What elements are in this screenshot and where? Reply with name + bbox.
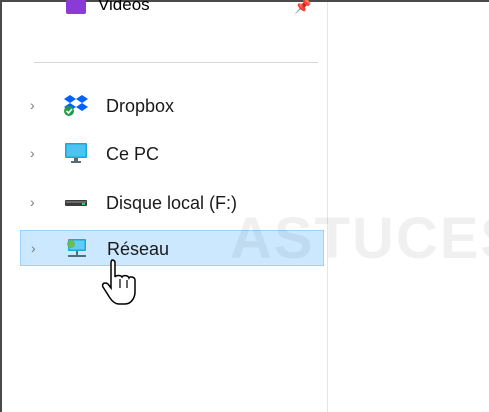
- tree-item-this-pc[interactable]: › Ce PC: [20, 136, 324, 172]
- content-pane[interactable]: [328, 2, 489, 412]
- tree-item-dropbox[interactable]: › Dropbox: [20, 88, 324, 124]
- expand-chevron-icon[interactable]: ›: [30, 98, 40, 112]
- dropbox-icon: [64, 95, 88, 116]
- expand-chevron-icon[interactable]: ›: [31, 241, 41, 255]
- tree-item-label: Réseau: [107, 239, 170, 259]
- tree-item-label: Dropbox: [106, 96, 175, 116]
- expand-chevron-icon[interactable]: ›: [30, 146, 40, 160]
- network-icon: [67, 239, 86, 257]
- drive-icon: [65, 200, 87, 206]
- expand-chevron-icon[interactable]: ›: [30, 195, 40, 209]
- pin-icon[interactable]: 📌: [294, 0, 311, 15]
- tree-item-local-disk-f[interactable]: › Disque local (F:): [20, 185, 324, 221]
- tree-item-label: Disque local (F:): [106, 193, 238, 213]
- quick-access-videos-label: Vidéos: [98, 0, 150, 14]
- tree-item-label: Ce PC: [106, 144, 160, 164]
- quick-access-videos[interactable]: Vidéos 📌: [42, 0, 322, 24]
- computer-icon: [65, 143, 87, 163]
- navigation-pane[interactable]: Vidéos 📌 › Dropbox › Ce PC › Disque loca…: [2, 0, 328, 412]
- nav-separator: [34, 62, 318, 63]
- tree-item-network[interactable]: › Réseau: [20, 230, 324, 266]
- videos-folder-icon: [66, 0, 86, 14]
- hand-cursor-icon: [101, 259, 136, 305]
